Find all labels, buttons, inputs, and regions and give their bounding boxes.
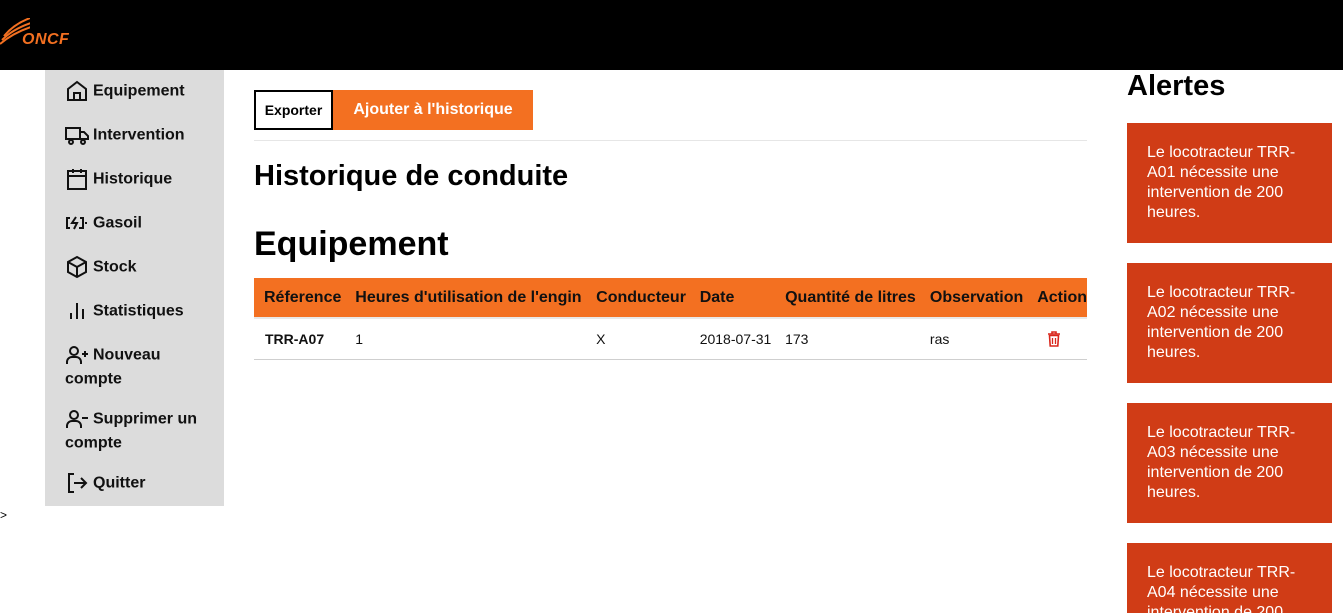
- log-out-icon: [65, 471, 89, 495]
- alert-card: Le locotracteur TRR-A02 nécessite une in…: [1127, 263, 1332, 383]
- sidebar-item-label: Intervention: [93, 126, 185, 144]
- sidebar-item-historique[interactable]: Historique: [65, 167, 215, 191]
- column-header-hours: Heures d'utilisation de l'engin: [355, 288, 582, 306]
- table-row: TRR-A07 1 X 2018-07-31 173 ras: [254, 318, 1087, 359]
- column-header-action: Action: [1037, 288, 1087, 306]
- sidebar-item-gasoil[interactable]: Gasoil: [65, 211, 215, 235]
- divider: [254, 140, 1087, 141]
- table-header-row: Réference Heures d'utilisation de l'engi…: [254, 278, 1087, 318]
- sidebar-item-nouveau-compte[interactable]: Nouveau compte: [65, 343, 215, 390]
- section-title: Equipement: [254, 225, 449, 263]
- sidebar-item-label: Stock: [93, 258, 137, 276]
- column-header-observation: Observation: [929, 288, 1024, 306]
- cell-reference: TRR-A07: [265, 330, 325, 347]
- sidebar-item-stock[interactable]: Stock: [65, 255, 215, 279]
- battery-charging-icon: [65, 211, 89, 235]
- sidebar-item-label: Historique: [93, 170, 173, 188]
- page-title: Historique de conduite: [254, 160, 569, 192]
- history-table: Réference Heures d'utilisation de l'engi…: [254, 278, 1087, 360]
- sidebar-item-label: Statistiques: [93, 302, 184, 320]
- column-header-driver: Conducteur: [596, 288, 686, 306]
- export-button[interactable]: Exporter: [254, 90, 333, 130]
- sidebar-item-label: Quitter: [93, 474, 146, 492]
- sidebar-item-quitter[interactable]: Quitter: [65, 471, 215, 495]
- sidebar-item-intervention[interactable]: Intervention: [65, 123, 215, 147]
- box-icon: [65, 255, 89, 279]
- truck-icon: [65, 123, 89, 147]
- user-plus-icon: [65, 343, 89, 367]
- trash-icon[interactable]: [1047, 331, 1061, 348]
- alert-card: Le locotracteur TRR-A04 nécessite une in…: [1127, 543, 1332, 613]
- sidebar-item-statistiques[interactable]: Statistiques: [65, 299, 215, 323]
- alerts-title: Alertes: [1127, 70, 1226, 102]
- sidebar-item-equipement[interactable]: Equipement: [65, 79, 215, 103]
- alert-card: Le locotracteur TRR-A01 nécessite une in…: [1127, 123, 1332, 243]
- cell-observation: ras: [929, 330, 950, 347]
- oncf-logo[interactable]: ONCF: [0, 18, 80, 54]
- column-header-reference: Réference: [264, 288, 342, 306]
- cell-action: [1027, 318, 1087, 359]
- sidebar-item-label: Gasoil: [93, 214, 142, 232]
- column-header-liters: Quantité de litres: [785, 288, 916, 306]
- add-to-history-button[interactable]: Ajouter à l'historique: [333, 90, 533, 130]
- home-icon: [65, 79, 89, 103]
- cell-date: 2018-07-31: [699, 330, 772, 347]
- cell-hours: 1: [355, 330, 364, 347]
- sidebar-item-label: Equipement: [93, 82, 185, 100]
- sidebar-item-supprimer-compte[interactable]: Supprimer un compte: [65, 407, 215, 454]
- top-bar: ONCF: [0, 0, 1343, 70]
- cell-liters: 173: [785, 330, 809, 347]
- stray-text: >: [0, 508, 8, 522]
- cell-driver: X: [596, 330, 606, 347]
- bar-chart-icon: [65, 299, 89, 323]
- alert-card: Le locotracteur TRR-A03 nécessite une in…: [1127, 403, 1332, 523]
- sidebar: Equipement Intervention Historique Gasoi…: [45, 70, 224, 506]
- column-header-date: Date: [699, 288, 735, 306]
- calendar-icon: [65, 167, 89, 191]
- logo-text: ONCF: [22, 31, 70, 48]
- user-minus-icon: [65, 407, 89, 431]
